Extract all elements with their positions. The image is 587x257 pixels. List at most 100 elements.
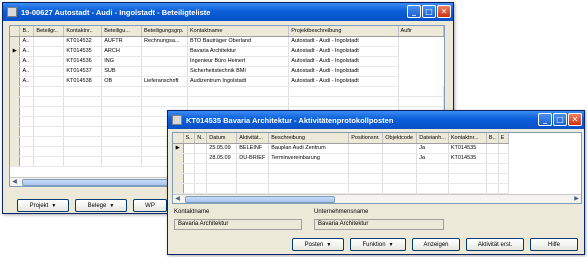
scroll-left-icon[interactable]: ◀ <box>173 195 182 203</box>
table-cell <box>498 163 509 174</box>
beteiligteliste-titlebar[interactable]: 19-00627 Autostadt - Audi - Ingolstadt -… <box>3 3 453 21</box>
row-selector <box>10 106 21 117</box>
minimize-icon[interactable]: _ <box>407 5 421 18</box>
table-row[interactable]: A.. KT014537 SUB Sicherheitstechnik BMI Auto… <box>10 66 444 77</box>
table-cell <box>183 153 196 164</box>
row-selector[interactable] <box>10 76 21 87</box>
table-row[interactable]: ▶ 25.05.09 BELEINF Bauplan Audi Zentrum Ja KT… <box>173 143 509 154</box>
empty-row[interactable] <box>173 163 509 174</box>
column-header[interactable]: Kontaktname <box>187 26 290 37</box>
unternehmensname-label: Unternehmensname <box>314 209 369 215</box>
table-cell <box>63 136 103 147</box>
column-header[interactable]: S.. <box>183 133 196 144</box>
column-header[interactable]: Datum <box>206 133 238 144</box>
table-cell: A.. <box>19 46 35 57</box>
aktivitaeten-window[interactable]: KT014535 Bavaria Architektur - Aktivität… <box>167 110 585 255</box>
table-cell: AUFTR <box>101 36 143 47</box>
column-header[interactable]: Kontaktnr.. <box>63 26 103 37</box>
table-cell: Autostadt - Audi - Ingolstadt <box>288 76 399 87</box>
aktivitaeten-hscrollbar[interactable]: ◀ ▶ <box>173 194 581 203</box>
table-cell <box>236 173 270 184</box>
table-cell <box>348 163 384 174</box>
wp-button[interactable]: WP <box>133 199 167 212</box>
table-cell <box>141 56 188 67</box>
table-cell <box>63 126 103 137</box>
table-row[interactable]: A.. KT014532 AUFTR Rechnungsa... BTO Bauträg… <box>10 36 444 47</box>
table-cell <box>33 96 65 107</box>
table-cell: KT014535 <box>448 143 487 154</box>
column-header[interactable]: Beteilgr.. <box>33 26 65 37</box>
belege-button[interactable]: Belege ▼ <box>75 199 127 212</box>
unternehmensname-field[interactable]: Bavaria Architektur <box>314 219 444 230</box>
column-header[interactable]: Objektcode <box>382 133 418 144</box>
aktivitaeten-grid[interactable]: S.. N.. Datum Aktivität... Beschreibung Posit… <box>172 132 582 204</box>
column-header[interactable]: Projektbeschreibung <box>288 26 399 37</box>
table-cell <box>19 116 35 127</box>
column-header[interactable]: Positionsnr. <box>348 133 384 144</box>
column-header[interactable]: Aufir <box>398 26 444 37</box>
chevron-down-icon: ▼ <box>109 202 115 209</box>
close-icon[interactable]: ✕ <box>568 113 582 126</box>
column-header[interactable]: Kontaktnr... <box>448 133 487 144</box>
empty-row[interactable] <box>173 173 509 184</box>
hilfe-button[interactable]: Hilfe <box>530 238 578 251</box>
table-cell: KT014535 <box>448 153 487 164</box>
row-selector[interactable]: ▶ <box>10 46 21 57</box>
table-cell <box>398 96 444 107</box>
table-cell <box>63 116 103 127</box>
table-row[interactable]: A.. KT014538 OB Lieferanschrift Audizentrum … <box>10 76 444 87</box>
maximize-icon[interactable]: □ <box>422 5 436 18</box>
table-cell <box>348 143 384 154</box>
kontaktname-field[interactable]: Bavaria Architektur <box>174 219 302 230</box>
empty-row[interactable] <box>10 86 444 97</box>
table-row[interactable]: 28.05.09 DU-BRIEF Terminvereinbarung Ja KT01… <box>173 153 509 164</box>
column-header[interactable]: Beteiligu... <box>101 26 143 37</box>
table-cell <box>486 143 499 154</box>
table-cell <box>498 183 509 194</box>
posten-button[interactable]: Posten ▼ <box>292 238 344 251</box>
table-cell <box>19 106 35 117</box>
minimize-icon[interactable]: _ <box>538 113 552 126</box>
row-selector[interactable] <box>10 66 21 77</box>
scroll-left-icon[interactable]: ◀ <box>10 178 19 186</box>
table-row[interactable]: ▶ A.. KT014535 ARCH Bavaria Architektur Autos… <box>10 46 444 57</box>
column-header[interactable]: E <box>498 133 509 144</box>
row-selector[interactable] <box>10 36 21 47</box>
empty-row[interactable] <box>10 96 444 107</box>
table-cell: KT014536 <box>63 56 103 67</box>
column-header[interactable]: Aktivität... <box>236 133 270 144</box>
column-header[interactable]: Dateianh... <box>416 133 449 144</box>
row-selector[interactable] <box>10 56 21 67</box>
close-icon[interactable]: ✕ <box>437 5 451 18</box>
column-header[interactable]: Beschreibung <box>268 133 350 144</box>
table-cell <box>19 146 35 157</box>
column-header[interactable]: B.. <box>486 133 499 144</box>
table-row[interactable]: A.. KT014536 ING Ingenieur Büro Heinert Auto… <box>10 56 444 67</box>
table-cell: Lieferanschrift <box>141 76 188 87</box>
table-cell <box>206 183 238 194</box>
scroll-right-icon[interactable]: ▶ <box>572 195 581 203</box>
table-cell <box>141 86 188 97</box>
table-cell: SUB <box>101 66 143 77</box>
row-selector[interactable]: ▶ <box>173 143 184 154</box>
table-cell <box>398 86 444 97</box>
column-header[interactable]: Beteiligungsgrp. <box>141 26 188 37</box>
row-selector <box>10 146 21 157</box>
aktivitaet-erstellen-button[interactable]: Aktivität erst. <box>466 238 524 251</box>
column-header[interactable]: N.. <box>194 133 208 144</box>
table-cell: A.. <box>19 76 35 87</box>
aktivitaeten-titlebar[interactable]: KT014535 Bavaria Architektur - Aktivität… <box>168 111 584 129</box>
empty-row[interactable] <box>173 183 509 194</box>
funktion-button[interactable]: Funktion ▼ <box>350 238 406 251</box>
projekt-button[interactable]: Projekt ▼ <box>17 199 69 212</box>
table-cell <box>141 66 188 77</box>
table-cell <box>33 86 65 97</box>
scroll-thumb[interactable] <box>185 196 335 203</box>
anzeigen-button[interactable]: Anzeigen <box>412 238 460 251</box>
column-header[interactable]: B.. <box>19 26 35 37</box>
table-cell <box>63 96 103 107</box>
table-cell <box>348 173 384 184</box>
table-cell <box>183 173 196 184</box>
row-selector[interactable] <box>173 153 184 164</box>
maximize-icon[interactable]: □ <box>553 113 567 126</box>
